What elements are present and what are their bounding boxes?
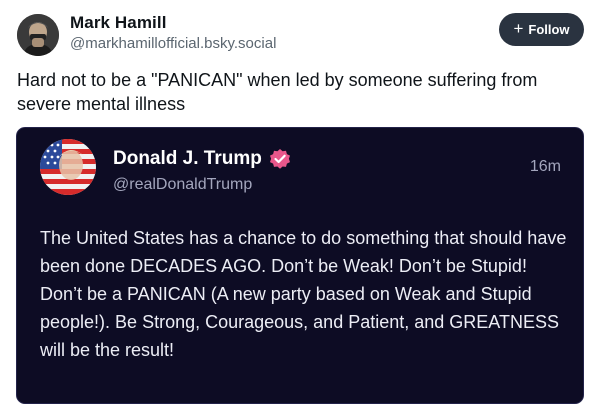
follow-label: Follow: [528, 22, 570, 37]
quoted-author-name-row: Donald J. Trump: [113, 148, 291, 170]
author-name[interactable]: Mark Hamill: [70, 13, 167, 33]
follow-button[interactable]: + Follow: [499, 13, 584, 46]
quoted-author-name[interactable]: Donald J. Trump: [113, 148, 262, 170]
verified-badge-icon: [269, 148, 291, 170]
plus-icon: +: [513, 19, 524, 38]
author-handle[interactable]: @markhamillofficial.bsky.social: [70, 35, 276, 52]
author-avatar[interactable]: [17, 14, 59, 56]
quoted-post-text: The United States has a chance to do som…: [40, 228, 567, 360]
quoted-author-avatar[interactable]: [40, 139, 96, 195]
quoted-post-timestamp[interactable]: 16m: [530, 158, 561, 176]
post: Mark Hamill @markhamillofficial.bsky.soc…: [0, 0, 599, 416]
quoted-post-card[interactable]: Donald J. Trump @realDonaldTrump 16m The…: [16, 127, 584, 404]
quoted-author-handle[interactable]: @realDonaldTrump: [113, 176, 252, 194]
post-text: Hard not to be a "PANICAN" when led by s…: [17, 70, 538, 114]
